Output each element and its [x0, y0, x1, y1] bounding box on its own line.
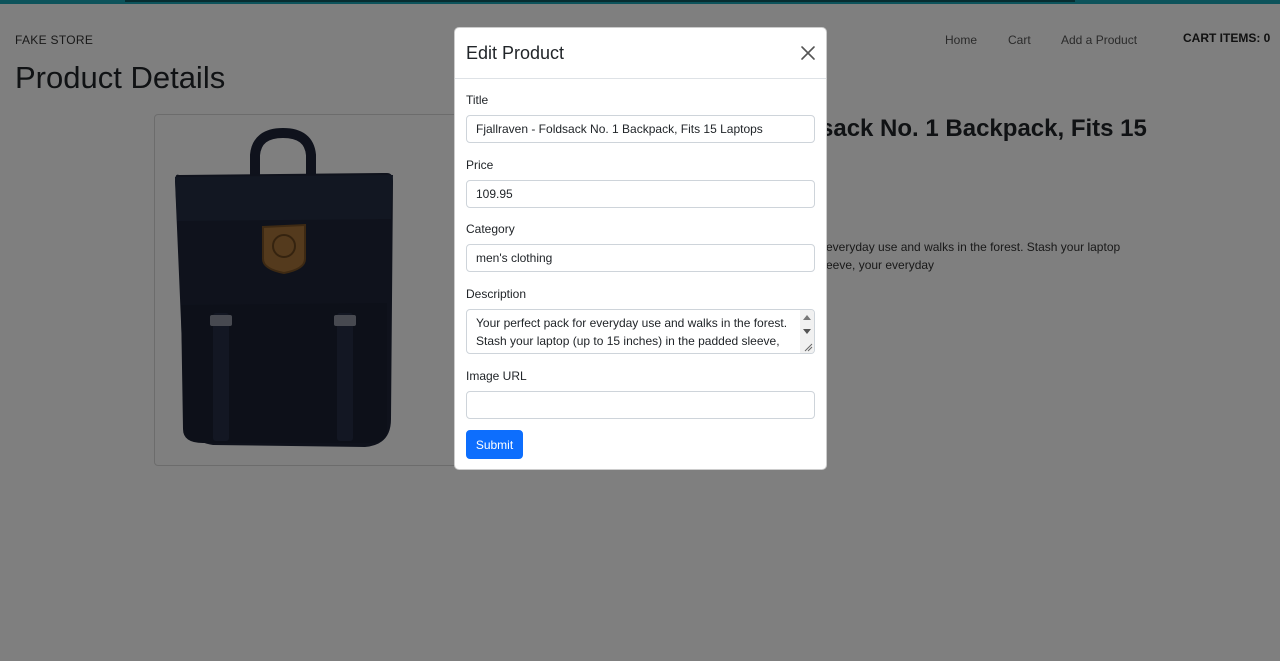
close-icon[interactable] — [798, 43, 818, 63]
submit-button[interactable]: Submit — [466, 430, 523, 459]
description-text: Your perfect pack for everyday use and w… — [476, 316, 788, 348]
category-input[interactable] — [466, 244, 815, 272]
description-textarea[interactable]: Your perfect pack for everyday use and w… — [466, 309, 815, 354]
title-label: Title — [466, 93, 489, 107]
title-input[interactable] — [466, 115, 815, 143]
image-url-input[interactable] — [466, 391, 815, 419]
scroll-down-icon[interactable] — [803, 329, 811, 334]
modal-header: Edit Product — [455, 28, 826, 79]
edit-product-modal: Edit Product Title Price Category Descri… — [454, 27, 827, 470]
description-label: Description — [466, 287, 527, 301]
image-url-label: Image URL — [466, 369, 527, 383]
modal-title: Edit Product — [466, 43, 565, 63]
price-label: Price — [466, 158, 494, 172]
resize-grip-icon[interactable] — [803, 342, 813, 352]
scroll-up-icon[interactable] — [803, 315, 811, 320]
price-input[interactable] — [466, 180, 815, 208]
category-label: Category — [466, 222, 515, 236]
